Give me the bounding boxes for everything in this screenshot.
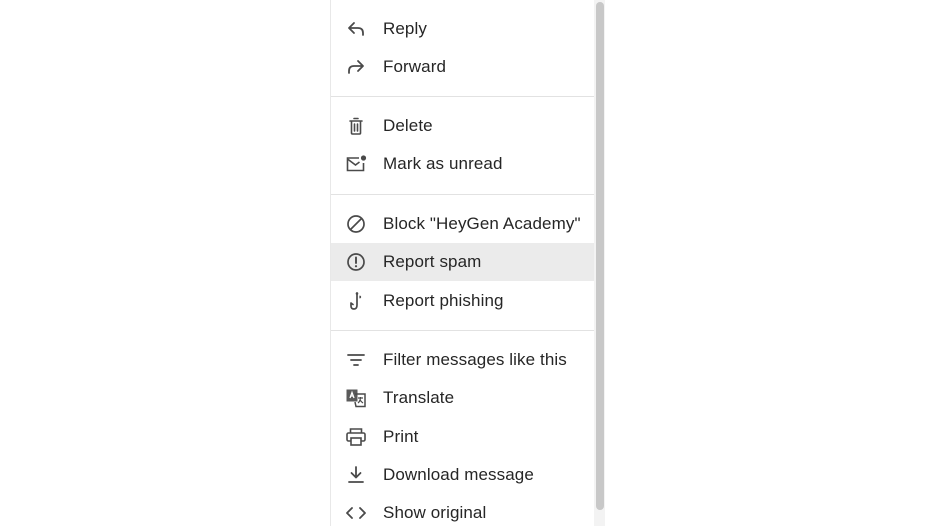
- menu-item-label: Download message: [383, 465, 534, 484]
- filter-icon: [345, 350, 367, 370]
- menu-item-label: Print: [383, 427, 419, 446]
- menu-item-download-message[interactable]: Download message: [331, 456, 594, 494]
- menu-item-filter-messages[interactable]: Filter messages like this: [331, 341, 594, 379]
- menu-divider: [331, 194, 594, 195]
- menu-item-reply[interactable]: Reply: [331, 10, 594, 48]
- mark-unread-icon: [345, 154, 367, 174]
- menu-item-label: Block "HeyGen Academy": [383, 214, 581, 233]
- reply-icon: [345, 19, 367, 39]
- menu-scrollbar[interactable]: [594, 0, 605, 526]
- menu-item-label: Delete: [383, 116, 433, 135]
- block-icon: [345, 214, 367, 234]
- menu-item-label: Reply: [383, 19, 427, 38]
- menu-item-label: Forward: [383, 57, 447, 76]
- menu-divider: [331, 330, 594, 331]
- menu-item-delete[interactable]: Delete: [331, 107, 594, 145]
- menu-scrollbar-thumb[interactable]: [596, 2, 604, 510]
- menu-item-label: Show original: [383, 503, 487, 522]
- menu-item-report-phishing[interactable]: Report phishing: [331, 282, 594, 320]
- menu-item-translate[interactable]: Translate: [331, 379, 594, 417]
- menu-item-mark-unread[interactable]: Mark as unread: [331, 145, 594, 183]
- download-icon: [345, 465, 367, 485]
- trash-icon: [345, 116, 367, 136]
- message-more-options-menu: Reply Forward Delete Mark as unread Bloc…: [330, 0, 605, 526]
- forward-icon: [345, 57, 367, 77]
- print-icon: [345, 427, 367, 447]
- translate-icon: [345, 388, 367, 408]
- menu-item-print[interactable]: Print: [331, 418, 594, 456]
- menu-item-label: Filter messages like this: [383, 350, 567, 369]
- menu-divider: [331, 96, 594, 97]
- menu-item-label: Report spam: [383, 252, 482, 271]
- report-spam-icon: [345, 252, 367, 272]
- menu-item-label: Translate: [383, 388, 455, 407]
- code-icon: [345, 503, 367, 523]
- phishing-hook-icon: [345, 291, 367, 311]
- menu-item-label: Mark as unread: [383, 154, 503, 173]
- menu-item-report-spam[interactable]: Report spam: [331, 243, 594, 281]
- menu-item-forward[interactable]: Forward: [331, 48, 594, 86]
- menu-item-label: Report phishing: [383, 291, 504, 310]
- menu-item-show-original[interactable]: Show original: [331, 494, 594, 526]
- menu-item-block-sender[interactable]: Block "HeyGen Academy": [331, 205, 594, 243]
